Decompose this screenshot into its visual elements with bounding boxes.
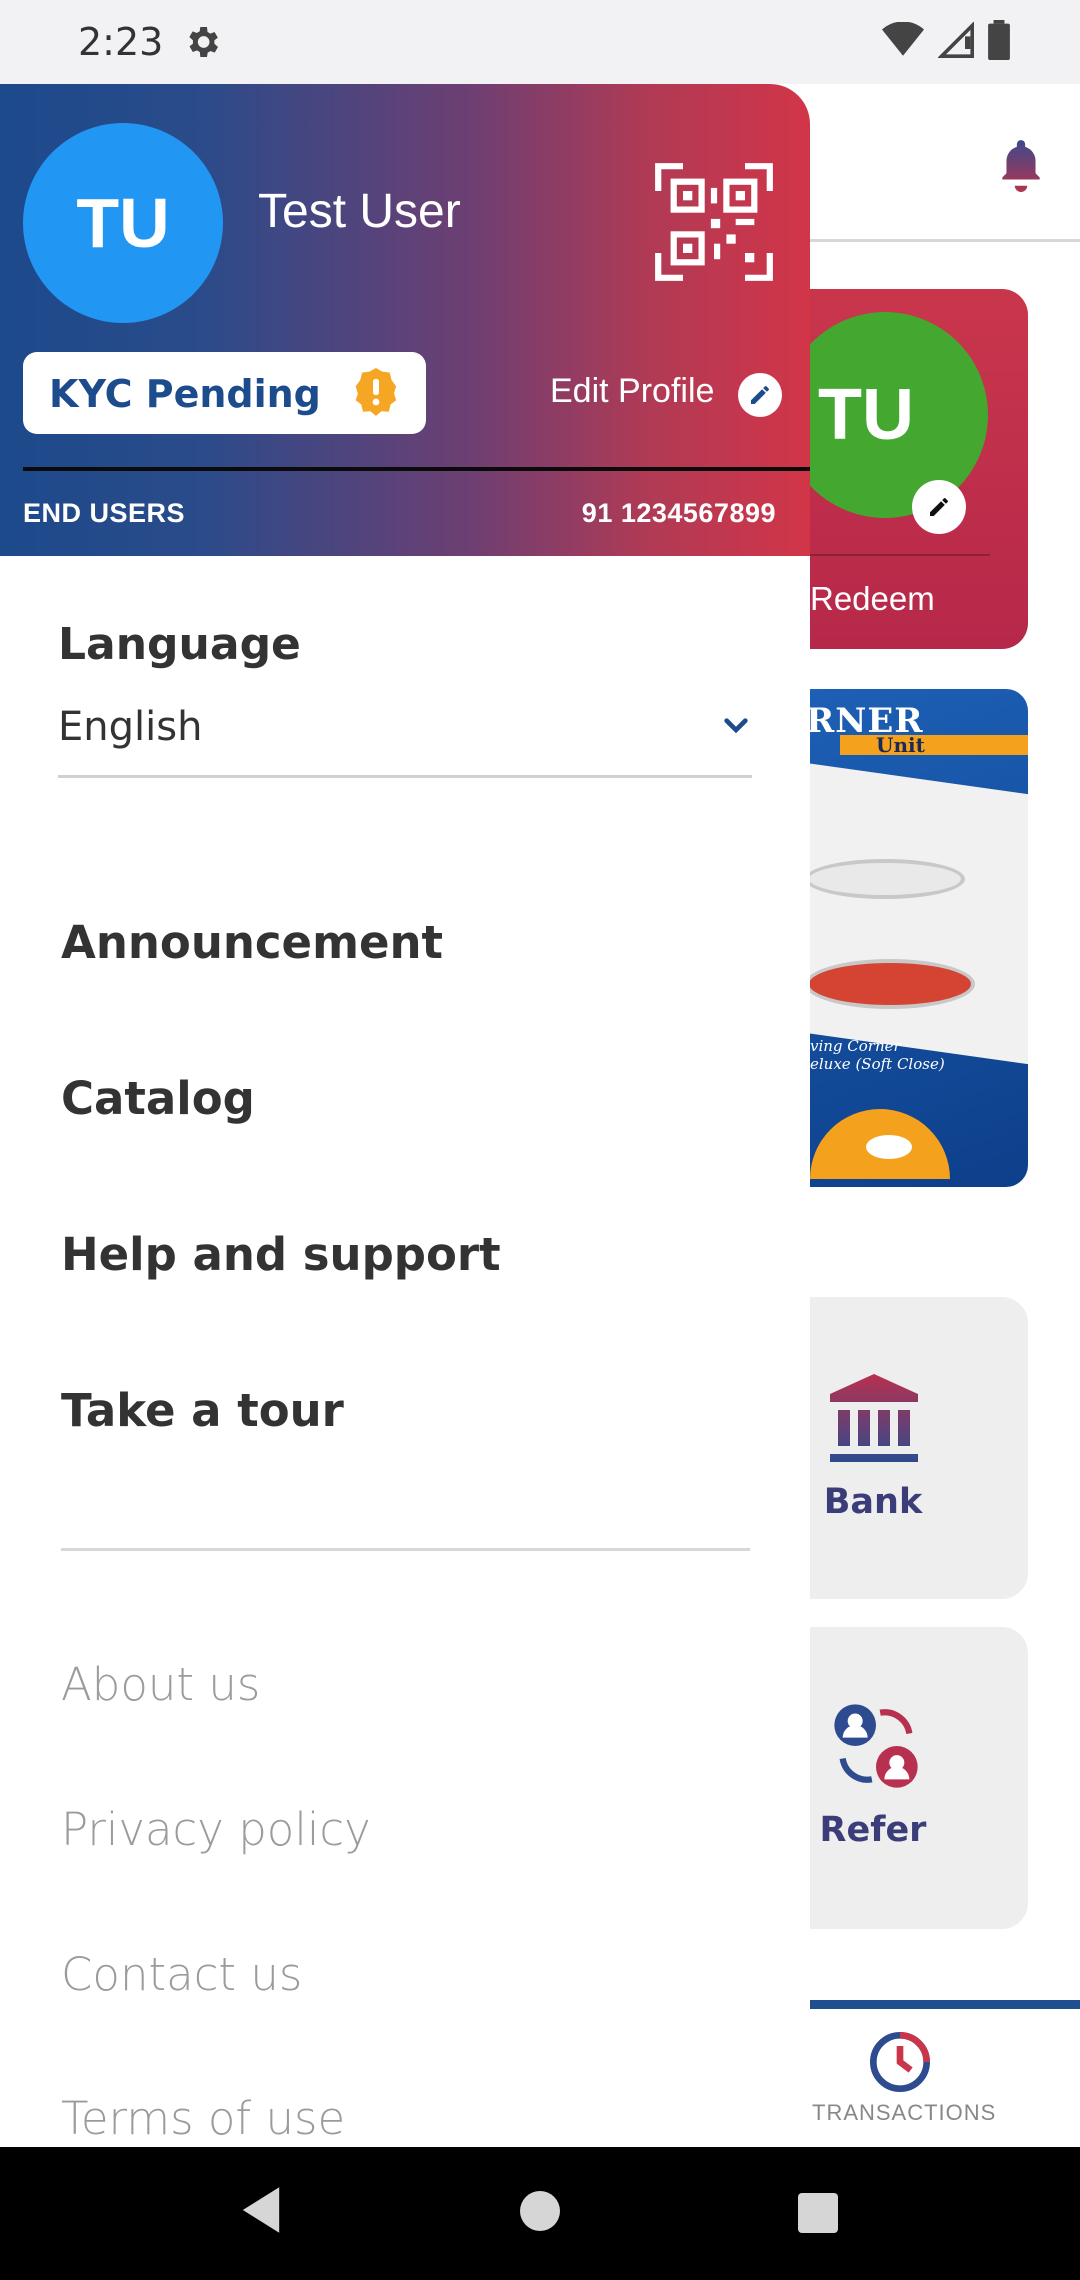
bank-label: Bank bbox=[823, 1482, 923, 1522]
link-contact-us[interactable]: Contact us bbox=[61, 1948, 302, 2001]
menu-divider bbox=[61, 1548, 750, 1551]
transactions-icon[interactable] bbox=[868, 2030, 932, 2094]
system-navigation-bar bbox=[0, 2147, 1080, 2280]
bank-icon bbox=[830, 1374, 918, 1462]
banner-strip bbox=[840, 735, 1028, 755]
pencil-icon bbox=[751, 386, 769, 404]
banner-tray-top bbox=[805, 859, 965, 899]
status-time: 2:23 bbox=[78, 20, 164, 64]
navigation-drawer: TU Test User KYC Pending Edit Profile EN… bbox=[0, 84, 810, 2147]
banner-tray-bottom bbox=[805, 959, 975, 1009]
link-about-us[interactable]: About us bbox=[61, 1658, 260, 1711]
kyc-status-badge[interactable]: KYC Pending bbox=[23, 352, 426, 434]
avatar-edit-button[interactable] bbox=[912, 480, 966, 534]
language-selected-value: English bbox=[58, 704, 203, 750]
menu-item-catalog[interactable]: Catalog bbox=[61, 1072, 255, 1125]
menu-item-help-and-support[interactable]: Help and support bbox=[61, 1228, 501, 1281]
battery-icon bbox=[988, 20, 1010, 60]
banner-dome-eye bbox=[866, 1135, 912, 1159]
transactions-label[interactable]: TRANSACTIONS bbox=[812, 2100, 996, 2126]
kyc-status-label: KYC Pending bbox=[49, 372, 321, 416]
status-bar: 2:23 bbox=[0, 0, 1080, 84]
link-privacy-policy[interactable]: Privacy policy bbox=[61, 1803, 371, 1856]
link-terms-of-use[interactable]: Terms of use bbox=[61, 2092, 345, 2145]
header-divider bbox=[23, 467, 810, 471]
pencil-icon bbox=[930, 498, 948, 516]
notification-bell-icon[interactable] bbox=[996, 138, 1046, 192]
avatar[interactable]: TU bbox=[23, 123, 223, 323]
user-name: Test User bbox=[258, 185, 461, 238]
settings-gear-icon bbox=[189, 27, 218, 57]
refer-label: Refer bbox=[819, 1810, 927, 1850]
menu-item-take-a-tour[interactable]: Take a tour bbox=[61, 1384, 344, 1437]
bottom-nav-indicator bbox=[800, 2000, 1080, 2009]
warning-icon bbox=[355, 368, 397, 416]
wifi-icon bbox=[882, 22, 924, 56]
status-icons bbox=[882, 20, 1010, 60]
drawer-header: TU Test User KYC Pending Edit Profile EN… bbox=[0, 84, 810, 556]
edit-profile-button[interactable] bbox=[738, 373, 782, 417]
language-title: Language bbox=[58, 619, 301, 670]
edit-profile-link[interactable]: Edit Profile bbox=[550, 372, 714, 411]
qr-code-icon[interactable] bbox=[652, 160, 776, 284]
recent-apps-button[interactable] bbox=[798, 2193, 838, 2233]
redeem-label[interactable]: Redeem bbox=[810, 580, 935, 618]
chevron-down-icon bbox=[724, 718, 748, 734]
banner-subtitle: Unit bbox=[876, 733, 925, 757]
language-dropdown[interactable]: English bbox=[58, 696, 752, 778]
redeem-divider bbox=[810, 554, 990, 556]
signal-icon bbox=[938, 22, 974, 58]
banner-product-panel bbox=[800, 762, 1028, 1066]
menu-item-announcement[interactable]: Announcement bbox=[61, 916, 443, 969]
banner-caption: ving Corner eluxe (Soft Close) bbox=[810, 1037, 945, 1073]
user-phone: 91 1234567899 bbox=[581, 498, 776, 528]
home-button[interactable] bbox=[520, 2191, 560, 2231]
back-button-icon[interactable] bbox=[238, 2185, 284, 2235]
user-role: END USERS bbox=[23, 498, 186, 528]
refer-icon bbox=[834, 1704, 918, 1788]
